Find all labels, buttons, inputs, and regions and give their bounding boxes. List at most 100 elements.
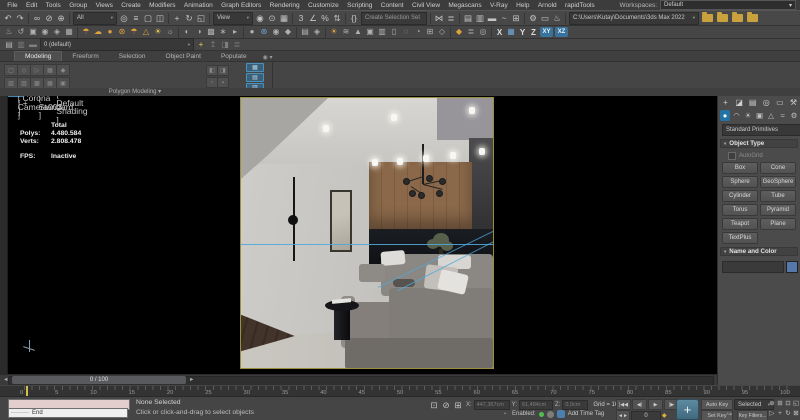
move-icon[interactable]: +	[171, 12, 183, 24]
save-folder-icon[interactable]	[717, 14, 728, 22]
name-color-rollout[interactable]: ▾ Name and Color	[720, 247, 798, 256]
vray-gem-icon[interactable]: ◆	[282, 27, 294, 38]
auto-key-button[interactable]: Auto Key	[701, 399, 733, 410]
corona-frame-icon[interactable]: ▣	[27, 27, 39, 38]
selection-lock-icon[interactable]: ⊘	[440, 399, 452, 411]
vray-scatter-icon[interactable]: ⊛	[258, 27, 270, 38]
ribbon-subobj-button[interactable]: ▦	[246, 63, 264, 72]
align-icon[interactable]: ≣	[445, 12, 457, 24]
import-folder-icon[interactable]	[732, 14, 743, 22]
vray-flag-icon[interactable]: ▸	[229, 27, 241, 38]
ribbon-tab[interactable]: Freeform	[62, 52, 108, 61]
menu-item[interactable]: Scripting	[343, 2, 377, 9]
axis-z-label[interactable]: Z	[528, 28, 539, 37]
ribbon-options-icon[interactable]: ◉ ▾	[263, 54, 273, 61]
ribbon-tab[interactable]: Object Paint	[156, 52, 211, 61]
tri-icon[interactable]: ▲	[352, 27, 364, 38]
set-current-layer-icon[interactable]: ≣	[231, 40, 243, 50]
vray-ball-icon[interactable]: ●	[246, 27, 258, 38]
keyboard-override-icon[interactable]: ▦	[278, 12, 290, 24]
spinner-snap-icon[interactable]: ⇅	[331, 12, 343, 24]
scene-explorer-icon[interactable]: ▤	[462, 12, 474, 24]
menu-item[interactable]: Megascans	[444, 2, 486, 9]
fov-icon[interactable]: ▷	[768, 409, 776, 419]
render-setup-icon[interactable]: ⚙	[527, 12, 539, 24]
redo-icon[interactable]: ↷	[14, 12, 26, 24]
angle-snap-icon[interactable]: ∠	[307, 12, 319, 24]
curve-editor-icon[interactable]: ~	[498, 12, 510, 24]
go-start-button[interactable]: |◀◀	[616, 399, 631, 410]
object-type-button[interactable]: Pyramid	[760, 204, 796, 216]
modify-tab-icon[interactable]: ◪	[734, 97, 745, 109]
pie-icon[interactable]: ◔	[412, 27, 424, 38]
set-key-filter-icon[interactable]: ↪	[727, 411, 732, 418]
ribbon-mini-button[interactable]: ▪	[217, 77, 229, 88]
menu-item[interactable]: Animation	[180, 2, 217, 9]
vray-sphere1-icon[interactable]: ◐	[181, 27, 193, 38]
object-type-button[interactable]: GeoSphere	[760, 176, 796, 188]
export-folder-icon[interactable]	[747, 14, 758, 22]
add-time-tag-label[interactable]: Add Time Tag	[568, 411, 605, 417]
transform-typein-icon[interactable]: ⊞	[452, 399, 464, 411]
menu-item[interactable]: Edit	[22, 2, 42, 9]
current-frame-field[interactable]: 0	[631, 411, 661, 420]
ribbon-mini-button[interactable]: ◨	[217, 65, 229, 76]
add-button[interactable]: +	[676, 399, 699, 420]
corona-teapot-icon[interactable]: ♨	[3, 27, 15, 38]
ribbon-subobj-button[interactable]: ▤	[246, 73, 264, 82]
help-circle-icon[interactable]: ◎	[477, 27, 489, 38]
diamond-icon[interactable]: ◇	[436, 27, 448, 38]
axis-y-label[interactable]: Y	[517, 28, 528, 37]
corona-sun2-icon[interactable]: ☀	[152, 27, 164, 38]
create-tab-icon[interactable]: +	[720, 97, 731, 109]
orbit-icon[interactable]: ↻	[784, 409, 792, 419]
menu-item[interactable]: Create	[117, 2, 145, 9]
cameras-category-icon[interactable]: ▣	[755, 110, 765, 121]
render-production-icon[interactable]: ♨	[551, 12, 563, 24]
spacewarps-category-icon[interactable]: ≈	[778, 110, 788, 121]
maxscript-listener-field[interactable]: ········· End	[8, 408, 128, 418]
selection-set-field[interactable]: Create Selection Set	[361, 12, 427, 25]
object-color-swatch[interactable]	[786, 261, 798, 273]
vray-target-icon[interactable]: ◉	[270, 27, 282, 38]
object-type-button[interactable]: TextPlus	[722, 232, 758, 244]
corona-light-icon[interactable]: ☂	[128, 27, 140, 38]
corona-pixel-icon[interactable]: ◈	[51, 27, 63, 38]
axis-lock-icon[interactable]: ▦	[505, 27, 517, 38]
vray-disp-icon[interactable]: ∗	[217, 27, 229, 38]
geometry-category-icon[interactable]: ●	[720, 110, 730, 121]
axis-x-label[interactable]: X	[494, 28, 505, 37]
layer-manager-icon[interactable]: ▤	[3, 40, 15, 50]
reference-coordsys-dropdown[interactable]: View▾	[213, 12, 253, 25]
door-icon[interactable]: ▯	[388, 27, 400, 38]
active-layer-dropdown[interactable]: 0 (default)▾	[40, 38, 194, 51]
bind-spacewarp-icon[interactable]: ⊕	[55, 12, 67, 24]
polygon-modeling-label[interactable]: Polygon Modeling ▾	[0, 88, 270, 95]
pan-icon[interactable]: +	[776, 409, 784, 419]
zoom-region-icon[interactable]: ◱	[792, 399, 800, 409]
schematic-view-icon[interactable]: ⊞	[510, 12, 522, 24]
tile-icon[interactable]: ⊞	[424, 27, 436, 38]
primitive-category-dropdown[interactable]: Standard Primitives ▾	[722, 124, 800, 136]
menu-item[interactable]: Customize	[304, 2, 343, 9]
menu-item[interactable]: rapidTools	[561, 2, 599, 9]
light-lister-icon[interactable]: ☀	[328, 27, 340, 38]
book-icon[interactable]: ▥	[376, 27, 388, 38]
axis-xz-button[interactable]: XZ	[555, 27, 568, 37]
create-layer-icon[interactable]: +	[195, 40, 207, 50]
time-tag-icon[interactable]	[557, 410, 565, 418]
select-object-icon[interactable]: ◎	[118, 12, 130, 24]
window-crossing-icon[interactable]: ◫	[154, 12, 166, 24]
cam-icon[interactable]: ▣	[364, 27, 376, 38]
ribbon-tab[interactable]: Selection	[109, 52, 156, 61]
object-type-button[interactable]: Cone	[760, 162, 796, 174]
corona-sun-icon[interactable]: ☂	[80, 27, 92, 38]
object-type-rollout[interactable]: ▾ Object Type	[720, 139, 798, 148]
play-button[interactable]: ▶	[648, 399, 663, 410]
scale-icon[interactable]: ◱	[195, 12, 207, 24]
menu-item[interactable]: V-Ray	[486, 2, 512, 9]
zoom-icon[interactable]: ⊕	[768, 399, 776, 409]
open-folder-icon[interactable]	[702, 14, 713, 22]
ribbon-tab[interactable]: Populate	[211, 52, 257, 61]
ring-icon[interactable]: ◌	[400, 27, 412, 38]
